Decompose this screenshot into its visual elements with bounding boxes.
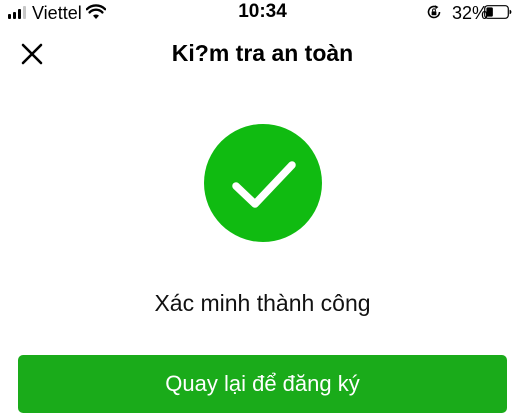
- battery-icon: [484, 5, 512, 19]
- battery-percent: 32%: [452, 3, 489, 23]
- success-message: Xác minh thành công: [154, 290, 371, 316]
- rotation-lock-icon: [427, 5, 441, 19]
- status-bar: Viettel 10:34 32%: [0, 0, 525, 26]
- back-to-register-button[interactable]: Quay lại để đăng ký: [18, 355, 507, 413]
- success-badge: [204, 124, 322, 242]
- status-time: 10:34: [238, 1, 287, 22]
- check-icon: [232, 161, 296, 208]
- page-title: Ki?m tra an toàn: [171, 40, 354, 66]
